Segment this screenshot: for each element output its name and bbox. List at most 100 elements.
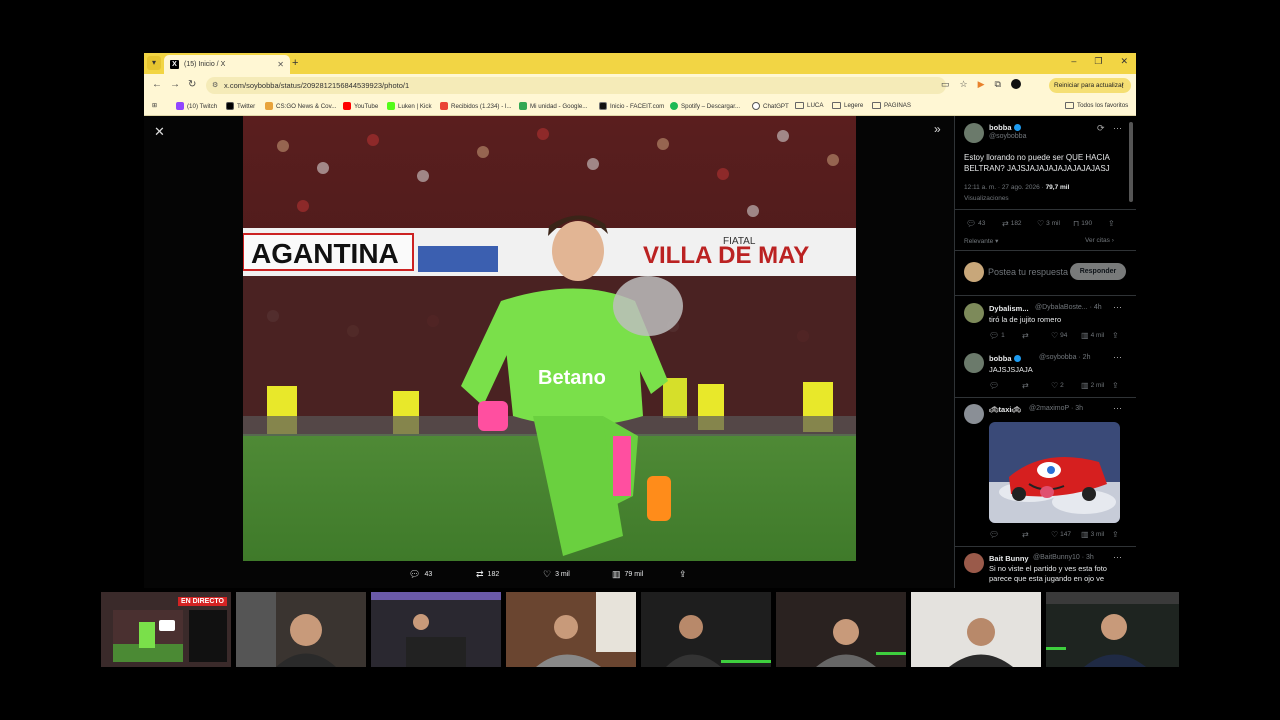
my-avatar[interactable] [964,262,984,282]
views-stat[interactable]: ▥ 4 mil [1081,331,1104,340]
bookmark-stat[interactable]: ⊓ 190 [1073,219,1092,228]
tab-close-icon[interactable]: ✕ [277,60,284,69]
more-icon[interactable]: ⋯ [1113,302,1122,313]
reply-author-handle[interactable]: @2maximoP · 3h [1029,405,1083,412]
bookmark-folder[interactable]: LUCA [795,102,824,109]
view-quotes-link[interactable]: Ver citas › [1085,237,1114,244]
reload-icon[interactable]: ↻ [188,79,196,90]
avatar[interactable] [964,404,984,424]
repost-stat[interactable]: ⇄ [1022,381,1029,390]
bookmark-item[interactable]: Recibidos (1.234) - l... [440,102,512,110]
avatar[interactable] [964,353,984,373]
webcam-feed[interactable] [776,592,906,667]
bookmark-folder[interactable]: PAGINAS [872,102,911,109]
reply-input[interactable]: Postea tu respuesta [988,267,1068,277]
webcam-feed[interactable] [1046,592,1179,667]
webcam-feed[interactable] [506,592,636,667]
reply-button[interactable]: Responder [1070,263,1126,280]
bookmark-item[interactable]: Luken | Kick [387,102,432,110]
expand-panel-icon[interactable]: » [934,122,941,136]
author-name[interactable]: bobba [989,123,1021,132]
like-action[interactable]: ♡ 3 mil [543,569,570,580]
bookmark-item[interactable]: Twitter [226,102,255,110]
extension-play-icon[interactable]: ▶ [978,79,985,90]
more-icon[interactable]: ⋯ [1113,403,1122,414]
avatar[interactable] [964,303,984,323]
bookmark-item[interactable]: Inicio - FACEIT.com [599,102,664,110]
reply-stat[interactable]: 💬︎ 43 [966,219,985,228]
avatar[interactable] [964,123,984,143]
bookmark-item[interactable]: ChatGPT [752,102,789,110]
share-stat[interactable]: ⇪ [1112,331,1119,340]
site-info-icon[interactable]: ⚙ [212,77,218,94]
repost-stat[interactable]: ⇄ 182 [1002,219,1022,228]
reply-author-name[interactable]: 🚕︎taxi🚕︎ [989,405,1021,414]
bookmark-label: Spotify – Descargar... [681,102,741,110]
active-tab[interactable]: X (15) Inicio / X ✕ [164,55,290,74]
grok-icon[interactable]: ⟳ [1097,123,1105,134]
reply-stat[interactable]: 💬︎ 1 [989,331,1005,340]
share-stat[interactable]: ⇪ [1112,530,1119,539]
views-action[interactable]: ▥ 79 mil [612,569,643,580]
reply-author-handle[interactable]: @BaitBunny10 · 3h [1033,554,1094,561]
views-stat[interactable]: ▥ 2 mil [1081,381,1104,390]
tweet-photo[interactable]: AGANTINA VILLA DE MAY FIATAL Betano [243,116,856,561]
sort-dropdown[interactable]: Relevante ▾ [964,237,998,245]
reply-stat[interactable]: 💬︎ [989,381,999,390]
close-icon[interactable]: ✕ [154,124,165,140]
more-icon[interactable]: ⋯ [1113,352,1122,363]
back-icon[interactable]: ← [152,79,162,90]
extensions-icon[interactable]: ⧉ [995,79,1001,90]
repost-action[interactable]: ⇄ 182 [476,569,499,580]
profile-avatar[interactable] [1010,79,1021,89]
new-tab-button[interactable]: + [292,56,298,70]
stream-thumbnail[interactable]: EN DIRECTO [101,592,231,667]
like-count: 94 [1060,332,1068,339]
bookmark-item[interactable]: (10) Twitch [176,102,217,110]
close-window-icon[interactable]: ✕ [1120,56,1128,67]
share-stat[interactable]: ⇪ [1108,219,1115,228]
all-favorites-folder[interactable]: Todos los favoritos [1065,102,1128,109]
webcam-feed[interactable] [641,592,771,667]
minimize-icon[interactable]: – [1071,56,1076,67]
bookmark-item[interactable]: YouTube [343,102,378,110]
reply-author-handle[interactable]: @soybobba · 2h [1039,354,1090,361]
forward-icon[interactable]: → [170,79,180,90]
author-handle[interactable]: @soybobba [989,133,1026,140]
repost-stat[interactable]: ⇄ [1022,530,1029,539]
reply-author-name[interactable]: Dybalism... [989,304,1029,313]
webcam-feed[interactable] [371,592,501,667]
reply-author-handle[interactable]: @DybalaBoste... · 4h [1035,304,1102,311]
apps-icon[interactable]: ⊞ [152,102,157,109]
reply-author-name[interactable]: Bait Bunny [989,554,1029,563]
bookmark-folder[interactable]: Legere [832,102,863,109]
address-bar[interactable]: ⚙ x.com/soybobba/status/2092812156844539… [206,77,946,94]
tab-search-dropdown-icon[interactable]: ▾ [147,56,161,70]
like-stat[interactable]: ♡ 94 [1051,331,1067,340]
reply-image[interactable] [989,422,1120,523]
scrollbar[interactable] [1129,122,1133,202]
like-stat[interactable]: ♡ 3 mil [1037,219,1060,228]
reply-stat[interactable]: 💬︎ [989,530,999,539]
bookmark-item[interactable]: Spotify – Descargar... [670,102,740,110]
share-stat[interactable]: ⇪ [1112,381,1119,390]
more-icon[interactable]: ⋯ [1113,552,1122,563]
avatar[interactable] [964,553,984,573]
bookmark-item[interactable]: Mi unidad - Google... [519,102,587,110]
like-stat[interactable]: ♡ 2 [1051,381,1064,390]
bookmark-star-icon[interactable]: ☆ [960,79,968,90]
menu-icon[interactable]: ⋮ [1120,78,1127,93]
repost-stat[interactable]: ⇄ [1022,331,1029,340]
reply-author-name[interactable]: bobba [989,354,1021,363]
views-stat[interactable]: ▥ 3 mil [1081,530,1104,539]
more-icon[interactable]: ⋯ [1113,123,1122,134]
bookmark-item[interactable]: CS:GO News & Cov... [265,102,336,110]
share-action[interactable]: ⇪ [679,569,687,580]
reply-action[interactable]: 💬︎ 43 [409,569,432,580]
like-stat[interactable]: ♡ 147 [1051,530,1071,539]
webcam-feed[interactable] [911,592,1041,667]
cast-icon[interactable]: ▭ [941,79,950,90]
update-button[interactable]: Reiniciar para actualizar ⋮ [1049,78,1131,93]
restore-icon[interactable]: ❐ [1094,56,1102,67]
webcam-feed[interactable] [236,592,366,667]
